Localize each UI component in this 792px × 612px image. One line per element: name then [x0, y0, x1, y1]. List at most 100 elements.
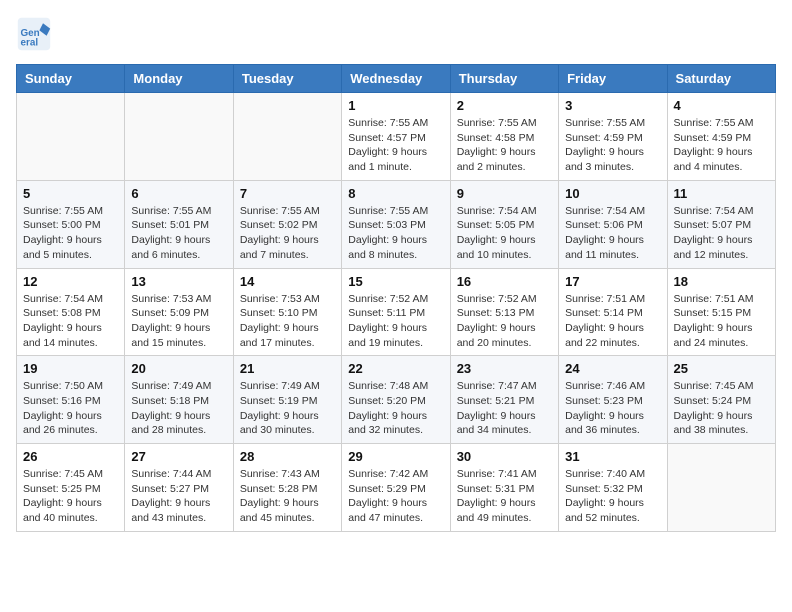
day-number: 14: [240, 274, 335, 289]
weekday-sunday: Sunday: [17, 65, 125, 93]
day-number: 23: [457, 361, 552, 376]
day-number: 5: [23, 186, 118, 201]
day-number: 30: [457, 449, 552, 464]
day-cell: 2 Sunrise: 7:55 AM Sunset: 4:58 PM Daylig…: [450, 93, 558, 181]
day-info: Sunrise: 7:49 AM Sunset: 5:18 PM Dayligh…: [131, 379, 226, 438]
day-cell: [233, 93, 341, 181]
day-cell: 22 Sunrise: 7:48 AM Sunset: 5:20 PM Dayli…: [342, 356, 450, 444]
day-cell: 1Sunrise: 7:55 AM Sunset: 4:57 PM Daylig…: [342, 93, 450, 181]
day-number: 31: [565, 449, 660, 464]
calendar-body: 1Sunrise: 7:55 AM Sunset: 4:57 PM Daylig…: [17, 93, 776, 532]
day-number: 28: [240, 449, 335, 464]
weekday-wednesday: Wednesday: [342, 65, 450, 93]
day-cell: 11Sunrise: 7:54 AM Sunset: 5:07 PM Dayli…: [667, 180, 775, 268]
day-cell: [17, 93, 125, 181]
day-info: Sunrise: 7:47 AM Sunset: 5:21 PM Dayligh…: [457, 379, 552, 438]
day-info: Sunrise: 7:43 AM Sunset: 5:28 PM Dayligh…: [240, 467, 335, 526]
week-row-4: 19 Sunrise: 7:50 AM Sunset: 5:16 PM Dayli…: [17, 356, 776, 444]
day-cell: [125, 93, 233, 181]
day-cell: 17Sunrise: 7:51 AM Sunset: 5:14 PM Dayli…: [559, 268, 667, 356]
day-number: 13: [131, 274, 226, 289]
day-number: 12: [23, 274, 118, 289]
weekday-saturday: Saturday: [667, 65, 775, 93]
day-number: 2: [457, 98, 552, 113]
day-info: Sunrise: 7:55 AM Sunset: 4:59 PM Dayligh…: [674, 116, 769, 175]
day-cell: 31 Sunrise: 7:40 AM Sunset: 5:32 PM Dayli…: [559, 444, 667, 532]
day-number: 3: [565, 98, 660, 113]
day-number: 27: [131, 449, 226, 464]
day-info: Sunrise: 7:52 AM Sunset: 5:13 PM Dayligh…: [457, 292, 552, 351]
page-header: Gen eral: [16, 16, 776, 52]
week-row-2: 5 Sunrise: 7:55 AM Sunset: 5:00 PM Daylig…: [17, 180, 776, 268]
day-info: Sunrise: 7:48 AM Sunset: 5:20 PM Dayligh…: [348, 379, 443, 438]
day-number: 22: [348, 361, 443, 376]
day-info: Sunrise: 7:54 AM Sunset: 5:05 PM Dayligh…: [457, 204, 552, 263]
day-cell: 27 Sunrise: 7:44 AM Sunset: 5:27 PM Dayli…: [125, 444, 233, 532]
day-number: 9: [457, 186, 552, 201]
day-cell: 25 Sunrise: 7:45 AM Sunset: 5:24 PM Dayli…: [667, 356, 775, 444]
day-info: Sunrise: 7:55 AM Sunset: 5:00 PM Dayligh…: [23, 204, 118, 263]
day-number: 24: [565, 361, 660, 376]
day-info: Sunrise: 7:41 AM Sunset: 5:31 PM Dayligh…: [457, 467, 552, 526]
day-cell: 13 Sunrise: 7:53 AM Sunset: 5:09 PM Dayli…: [125, 268, 233, 356]
day-cell: 15Sunrise: 7:52 AM Sunset: 5:11 PM Dayli…: [342, 268, 450, 356]
day-cell: 20 Sunrise: 7:49 AM Sunset: 5:18 PM Dayli…: [125, 356, 233, 444]
day-cell: 3 Sunrise: 7:55 AM Sunset: 4:59 PM Daylig…: [559, 93, 667, 181]
day-cell: 16 Sunrise: 7:52 AM Sunset: 5:13 PM Dayli…: [450, 268, 558, 356]
day-info: Sunrise: 7:55 AM Sunset: 5:01 PM Dayligh…: [131, 204, 226, 263]
day-cell: 28 Sunrise: 7:43 AM Sunset: 5:28 PM Dayli…: [233, 444, 341, 532]
day-info: Sunrise: 7:53 AM Sunset: 5:10 PM Dayligh…: [240, 292, 335, 351]
weekday-thursday: Thursday: [450, 65, 558, 93]
weekday-header-row: SundayMondayTuesdayWednesdayThursdayFrid…: [17, 65, 776, 93]
day-cell: 6 Sunrise: 7:55 AM Sunset: 5:01 PM Daylig…: [125, 180, 233, 268]
day-cell: 4 Sunrise: 7:55 AM Sunset: 4:59 PM Daylig…: [667, 93, 775, 181]
day-number: 11: [674, 186, 769, 201]
day-number: 7: [240, 186, 335, 201]
svg-text:eral: eral: [21, 38, 39, 49]
weekday-monday: Monday: [125, 65, 233, 93]
day-number: 6: [131, 186, 226, 201]
day-info: Sunrise: 7:45 AM Sunset: 5:25 PM Dayligh…: [23, 467, 118, 526]
day-number: 25: [674, 361, 769, 376]
day-cell: 14 Sunrise: 7:53 AM Sunset: 5:10 PM Dayli…: [233, 268, 341, 356]
day-cell: 21Sunrise: 7:49 AM Sunset: 5:19 PM Dayli…: [233, 356, 341, 444]
day-cell: 10Sunrise: 7:54 AM Sunset: 5:06 PM Dayli…: [559, 180, 667, 268]
day-number: 29: [348, 449, 443, 464]
day-info: Sunrise: 7:44 AM Sunset: 5:27 PM Dayligh…: [131, 467, 226, 526]
logo: Gen eral: [16, 16, 58, 52]
day-number: 18: [674, 274, 769, 289]
day-number: 26: [23, 449, 118, 464]
day-cell: 9 Sunrise: 7:54 AM Sunset: 5:05 PM Daylig…: [450, 180, 558, 268]
day-info: Sunrise: 7:52 AM Sunset: 5:11 PM Dayligh…: [348, 292, 443, 351]
day-cell: 5 Sunrise: 7:55 AM Sunset: 5:00 PM Daylig…: [17, 180, 125, 268]
day-number: 17: [565, 274, 660, 289]
day-cell: 24Sunrise: 7:46 AM Sunset: 5:23 PM Dayli…: [559, 356, 667, 444]
day-info: Sunrise: 7:45 AM Sunset: 5:24 PM Dayligh…: [674, 379, 769, 438]
day-number: 16: [457, 274, 552, 289]
day-number: 19: [23, 361, 118, 376]
day-cell: 12 Sunrise: 7:54 AM Sunset: 5:08 PM Dayli…: [17, 268, 125, 356]
day-number: 8: [348, 186, 443, 201]
logo-icon: Gen eral: [16, 16, 52, 52]
day-cell: 18 Sunrise: 7:51 AM Sunset: 5:15 PM Dayli…: [667, 268, 775, 356]
day-info: Sunrise: 7:51 AM Sunset: 5:15 PM Dayligh…: [674, 292, 769, 351]
day-cell: 30 Sunrise: 7:41 AM Sunset: 5:31 PM Dayli…: [450, 444, 558, 532]
day-info: Sunrise: 7:55 AM Sunset: 4:59 PM Dayligh…: [565, 116, 660, 175]
day-info: Sunrise: 7:55 AM Sunset: 4:58 PM Dayligh…: [457, 116, 552, 175]
week-row-3: 12 Sunrise: 7:54 AM Sunset: 5:08 PM Dayli…: [17, 268, 776, 356]
day-number: 10: [565, 186, 660, 201]
day-cell: 19 Sunrise: 7:50 AM Sunset: 5:16 PM Dayli…: [17, 356, 125, 444]
week-row-5: 26 Sunrise: 7:45 AM Sunset: 5:25 PM Dayli…: [17, 444, 776, 532]
day-number: 21: [240, 361, 335, 376]
day-info: Sunrise: 7:54 AM Sunset: 5:08 PM Dayligh…: [23, 292, 118, 351]
weekday-friday: Friday: [559, 65, 667, 93]
day-number: 20: [131, 361, 226, 376]
day-info: Sunrise: 7:40 AM Sunset: 5:32 PM Dayligh…: [565, 467, 660, 526]
day-info: Sunrise: 7:53 AM Sunset: 5:09 PM Dayligh…: [131, 292, 226, 351]
day-cell: [667, 444, 775, 532]
day-info: Sunrise: 7:50 AM Sunset: 5:16 PM Dayligh…: [23, 379, 118, 438]
day-cell: 8Sunrise: 7:55 AM Sunset: 5:03 PM Daylig…: [342, 180, 450, 268]
week-row-1: 1Sunrise: 7:55 AM Sunset: 4:57 PM Daylig…: [17, 93, 776, 181]
day-info: Sunrise: 7:55 AM Sunset: 4:57 PM Dayligh…: [348, 116, 443, 175]
day-number: 4: [674, 98, 769, 113]
